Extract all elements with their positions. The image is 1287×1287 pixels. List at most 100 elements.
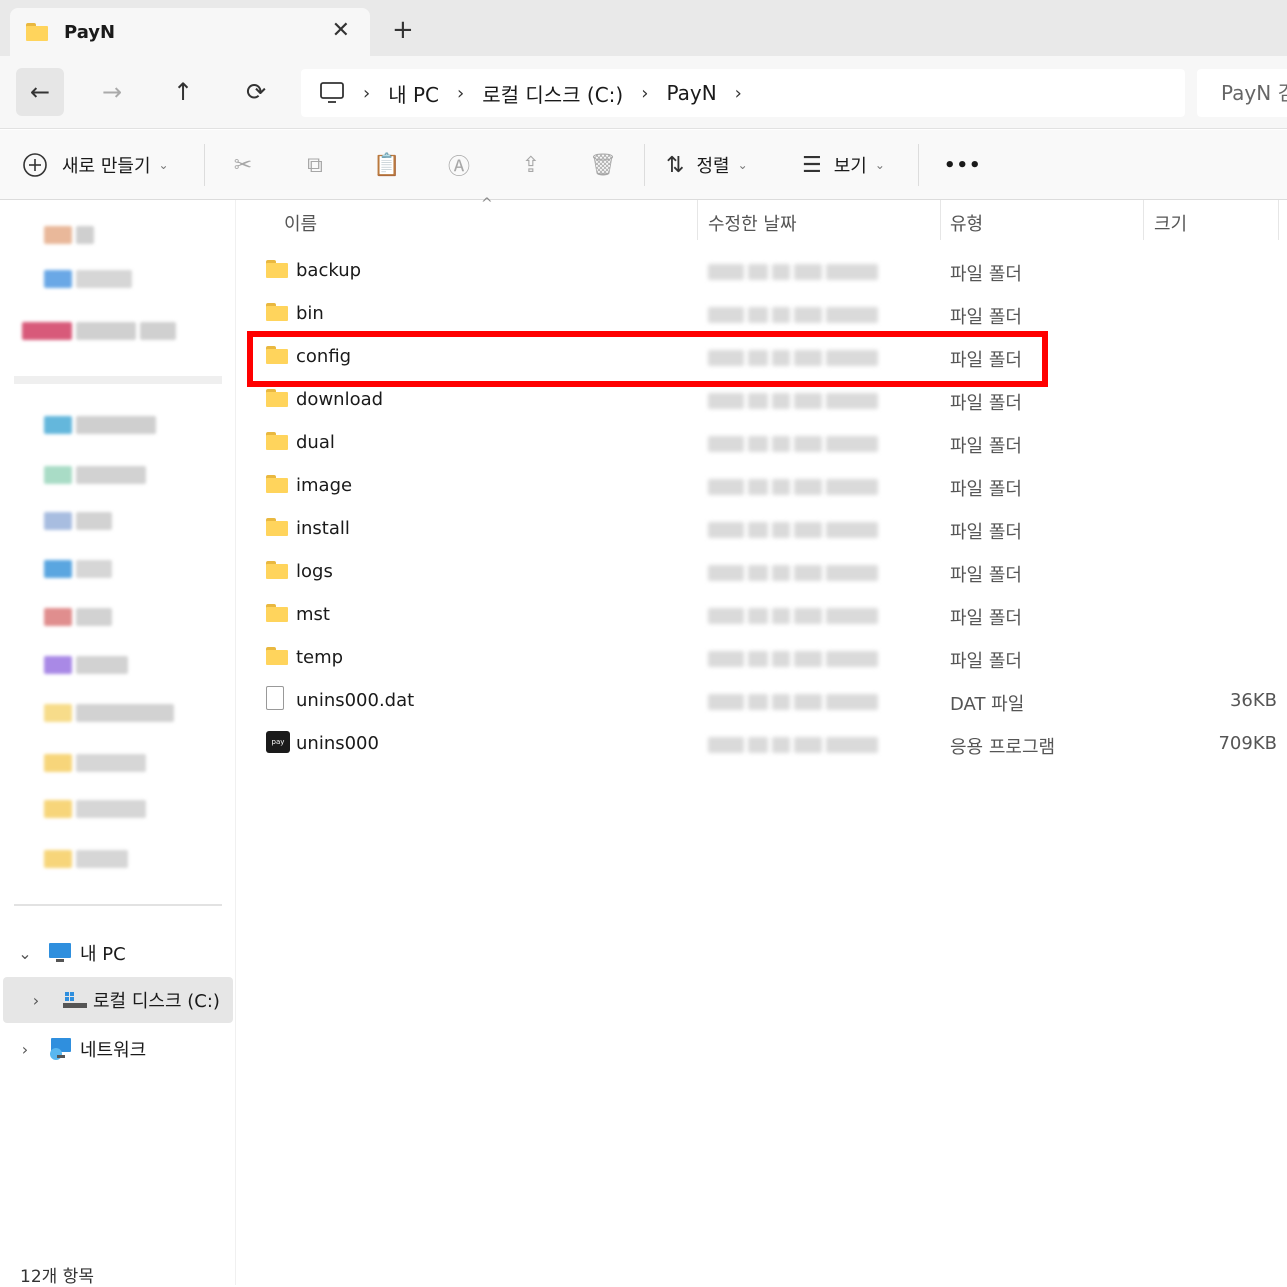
- back-button[interactable]: ←: [16, 68, 64, 116]
- folder-icon: [266, 260, 288, 278]
- list-view-icon: ☰: [802, 152, 822, 178]
- breadcrumb-item-payn[interactable]: PayN: [666, 81, 716, 105]
- file-name: image: [296, 475, 353, 496]
- file-name: temp: [296, 647, 344, 668]
- more-options-button[interactable]: •••: [944, 148, 982, 182]
- file-type: DAT 파일: [950, 694, 1025, 715]
- tree-item-network[interactable]: › 네트워크: [0, 1026, 233, 1072]
- pinned-item[interactable]: [44, 752, 146, 774]
- quick-access-item[interactable]: [44, 224, 94, 246]
- address-bar[interactable]: › 내 PC › 로컬 디스크 (C:) › PayN ›: [301, 69, 1185, 117]
- file-row[interactable]: logs 파일 폴더: [262, 553, 1272, 593]
- pinned-item[interactable]: [44, 702, 174, 724]
- file-name: download: [296, 389, 384, 410]
- tree-item-label: 네트워크: [80, 1040, 147, 1061]
- divider: [644, 144, 645, 186]
- file-row[interactable]: dual 파일 폴더: [262, 424, 1272, 464]
- column-header-date[interactable]: 수정한 날짜: [708, 208, 797, 242]
- file-date-redacted: [708, 694, 878, 710]
- pinned-item[interactable]: [44, 414, 156, 436]
- up-button[interactable]: ↑: [159, 68, 207, 116]
- file-row[interactable]: image 파일 폴더: [262, 467, 1272, 507]
- chevron-right-icon[interactable]: ›: [735, 83, 742, 104]
- column-separator[interactable]: [697, 200, 698, 240]
- tab-payn[interactable]: PayN ✕: [10, 8, 370, 56]
- folder-icon: [266, 432, 288, 450]
- divider: [918, 144, 919, 186]
- pinned-item[interactable]: [44, 848, 128, 870]
- file-date-redacted: [708, 479, 878, 495]
- chevron-right-icon[interactable]: ›: [18, 1040, 32, 1059]
- view-button-label: 보기: [833, 156, 867, 177]
- delete-button[interactable]: 🗑: [586, 148, 620, 182]
- folder-icon: [266, 303, 288, 321]
- pinned-item[interactable]: [44, 558, 112, 580]
- refresh-button[interactable]: ⟳: [232, 68, 280, 116]
- pinned-item[interactable]: [44, 464, 146, 486]
- column-header-size[interactable]: 크기: [1154, 208, 1187, 242]
- drive-icon: [63, 992, 87, 1008]
- folder-icon: [266, 475, 288, 493]
- forward-button[interactable]: →: [88, 68, 136, 116]
- rename-button[interactable]: Ⓐ: [442, 148, 476, 182]
- column-separator[interactable]: [1143, 200, 1144, 240]
- sort-button[interactable]: ⇅ 정렬 ⌄: [666, 148, 748, 182]
- file-type: 파일 폴더: [950, 264, 1022, 285]
- file-row[interactable]: unins000.dat DAT 파일 36KB: [262, 682, 1277, 722]
- quick-access-item[interactable]: [22, 320, 176, 342]
- cut-button[interactable]: ✂: [226, 148, 260, 182]
- tree-item-label: 로컬 디스크 (C:): [93, 991, 220, 1012]
- file-row[interactable]: download 파일 폴더: [262, 381, 1272, 421]
- navigation-bar: ← → ↑ ⟳ › 내 PC › 로컬 디스크 (C:) › PayN › Pa…: [0, 56, 1287, 129]
- file-date-redacted: [708, 436, 878, 452]
- breadcrumb-item-this-pc[interactable]: 내 PC: [388, 79, 439, 108]
- close-icon[interactable]: ✕: [332, 18, 350, 43]
- new-button-label: 새로 만들기: [62, 156, 151, 177]
- paste-button[interactable]: 📋: [370, 148, 404, 182]
- search-input[interactable]: PayN 검: [1197, 69, 1287, 117]
- breadcrumb-item-local-disk[interactable]: 로컬 디스크 (C:): [482, 79, 623, 108]
- share-button[interactable]: ⇪: [514, 148, 548, 182]
- chevron-down-icon[interactable]: ⌄: [18, 944, 32, 963]
- file-row[interactable]: install 파일 폴더: [262, 510, 1272, 550]
- new-tab-button[interactable]: +: [392, 16, 414, 44]
- file-row[interactable]: pay unins000 응용 프로그램 709KB: [262, 725, 1277, 765]
- tab-title: PayN: [64, 21, 116, 43]
- view-button[interactable]: ☰ 보기 ⌄: [802, 148, 885, 182]
- column-header-type[interactable]: 유형: [950, 208, 983, 242]
- folder-icon: [26, 23, 48, 41]
- divider: [14, 904, 222, 906]
- file-type: 파일 폴더: [950, 522, 1022, 543]
- tree-item-local-disk[interactable]: › 로컬 디스크 (C:): [3, 977, 233, 1023]
- trash-icon: 🗑: [589, 152, 617, 178]
- folder-icon: [266, 389, 288, 407]
- pinned-item[interactable]: [44, 798, 146, 820]
- network-icon: [50, 1038, 71, 1060]
- pinned-item[interactable]: [44, 654, 128, 676]
- file-row[interactable]: bin 파일 폴더: [262, 295, 1272, 335]
- file-date-redacted: [708, 565, 878, 581]
- tree-item-this-pc[interactable]: ⌄ 내 PC: [0, 930, 233, 976]
- file-type: 파일 폴더: [950, 479, 1022, 500]
- file-row[interactable]: mst 파일 폴더: [262, 596, 1272, 636]
- file-date-redacted: [708, 522, 878, 538]
- chevron-down-icon: ⌄: [737, 158, 748, 172]
- chevron-right-icon[interactable]: ›: [29, 991, 43, 1010]
- pinned-item[interactable]: [44, 510, 112, 532]
- file-row[interactable]: temp 파일 폴더: [262, 639, 1272, 679]
- new-button[interactable]: 새로 만들기 ⌄: [22, 148, 169, 182]
- file-type: 파일 폴더: [950, 651, 1022, 672]
- column-separator[interactable]: [1278, 200, 1279, 240]
- column-header-name[interactable]: 이름: [284, 208, 317, 242]
- divider: [14, 376, 222, 384]
- column-separator[interactable]: [940, 200, 941, 240]
- pinned-item[interactable]: [44, 606, 112, 628]
- folder-icon: [266, 561, 288, 579]
- copy-button[interactable]: ⧉: [298, 148, 332, 182]
- chevron-right-icon: ›: [457, 82, 465, 104]
- file-date-redacted: [708, 264, 878, 280]
- navigation-pane: ⌄ 내 PC › 로컬 디스크 (C:) › 네트워크: [0, 200, 236, 1285]
- clipboard-icon: 📋: [373, 152, 401, 178]
- file-row[interactable]: backup 파일 폴더: [262, 252, 1272, 292]
- quick-access-item[interactable]: [44, 268, 132, 290]
